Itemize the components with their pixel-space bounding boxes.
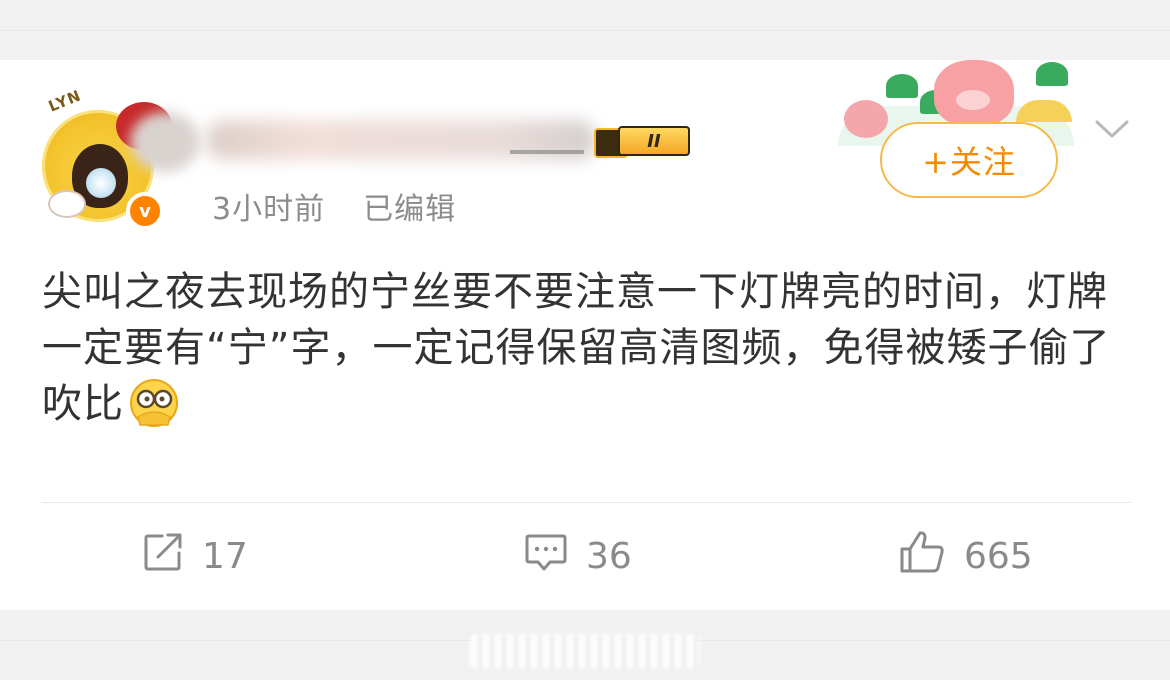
follow-button[interactable]: +关注	[880, 122, 1058, 198]
avatar-blurred-area	[130, 112, 200, 172]
facepalm-peek-emoji-icon	[128, 377, 180, 429]
beach-umbrella-icon	[1016, 100, 1072, 122]
comment-count: 36	[586, 535, 632, 577]
level-badge[interactable]: II	[594, 122, 694, 158]
post-text: 尖叫之夜去现场的宁丝要不要注意一下灯牌亮的时间，灯牌一定要有“宁”字，一定记得保…	[42, 269, 1111, 427]
comment-button[interactable]: 36	[524, 528, 632, 584]
repost-button[interactable]: 17	[142, 528, 248, 584]
avatar-candy	[86, 168, 116, 198]
divider-line	[0, 30, 1170, 31]
thumbs-up-icon	[898, 529, 946, 584]
divider-line	[42, 502, 1132, 503]
repost-icon	[142, 531, 184, 582]
level-tag: II	[618, 126, 690, 156]
small-pig-character	[844, 100, 888, 138]
watermark	[470, 634, 700, 668]
username-underscore	[510, 150, 584, 154]
comment-icon	[524, 531, 568, 582]
palm-tree-icon	[1036, 62, 1068, 86]
username-blurred[interactable]	[206, 120, 596, 160]
post-meta: 3小时前 已编辑	[212, 184, 456, 228]
like-count: 665	[964, 535, 1033, 577]
palm-tree-icon	[886, 74, 918, 98]
post-time: 3小时前	[212, 192, 326, 227]
pig-nose	[956, 90, 990, 110]
chevron-down-icon[interactable]	[1092, 116, 1132, 144]
top-spacer	[0, 0, 1170, 60]
post-body: 尖叫之夜去现场的宁丝要不要注意一下灯牌亮的时间，灯牌一定要有“宁”字，一定记得保…	[42, 264, 1122, 432]
repost-count: 17	[202, 535, 248, 577]
avatar-bunny	[48, 190, 86, 218]
like-button[interactable]: 665	[898, 528, 1033, 584]
edited-label[interactable]: 已编辑	[363, 192, 456, 227]
verified-badge: v	[126, 192, 164, 230]
